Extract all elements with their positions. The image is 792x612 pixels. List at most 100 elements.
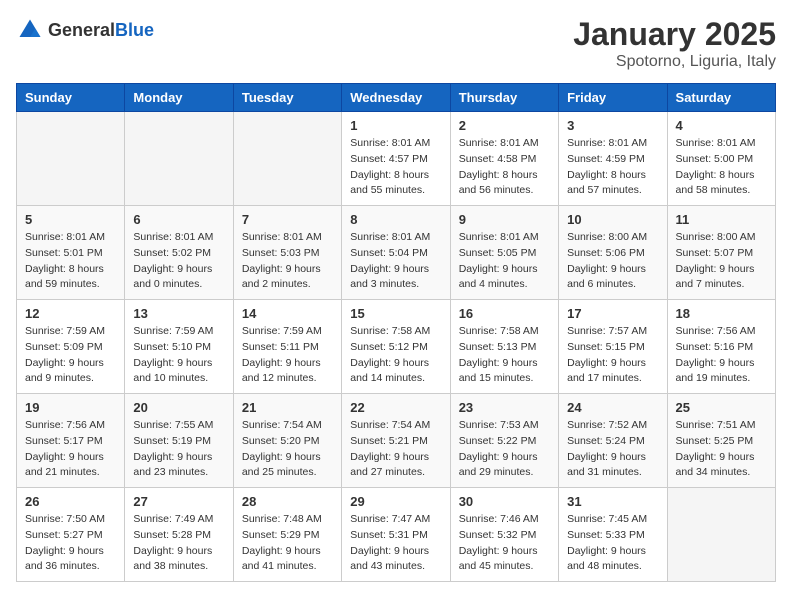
calendar-table: SundayMondayTuesdayWednesdayThursdayFrid…: [16, 83, 776, 582]
day-number: 18: [676, 306, 767, 321]
day-info: Sunrise: 7:51 AM Sunset: 5:25 PM Dayligh…: [676, 418, 767, 481]
day-info: Sunrise: 7:59 AM Sunset: 5:09 PM Dayligh…: [25, 324, 116, 387]
calendar-cell: 6Sunrise: 8:01 AM Sunset: 5:02 PM Daylig…: [125, 206, 233, 300]
day-info: Sunrise: 7:47 AM Sunset: 5:31 PM Dayligh…: [350, 512, 441, 575]
day-number: 16: [459, 306, 550, 321]
calendar-cell: 24Sunrise: 7:52 AM Sunset: 5:24 PM Dayli…: [559, 394, 667, 488]
calendar-cell: 25 Sunrise: 7:51 AM Sunset: 5:25 PM Dayli…: [667, 394, 775, 488]
day-number: 4: [676, 118, 767, 133]
logo-text-general: General: [48, 20, 115, 40]
day-number: 15: [350, 306, 441, 321]
day-info: Sunrise: 7:57 AM Sunset: 5:15 PM Dayligh…: [567, 324, 658, 387]
weekday-header-cell: Monday: [125, 84, 233, 112]
day-info: Sunrise: 7:48 AM Sunset: 5:29 PM Dayligh…: [242, 512, 333, 575]
calendar-cell: 26 Sunrise: 7:50 AM Sunset: 5:27 PM Dayli…: [17, 488, 125, 582]
day-info: Sunrise: 8:01 AM Sunset: 4:59 PM Dayligh…: [567, 136, 658, 199]
day-info: Sunrise: 7:54 AM Sunset: 5:21 PM Dayligh…: [350, 418, 441, 481]
day-info: Sunrise: 7:52 AM Sunset: 5:24 PM Dayligh…: [567, 418, 658, 481]
day-info: Sunrise: 7:59 AM Sunset: 5:10 PM Dayligh…: [133, 324, 224, 387]
weekday-header-cell: Tuesday: [233, 84, 341, 112]
calendar-cell: 8 Sunrise: 8:01 AM Sunset: 5:04 PM Daylig…: [342, 206, 450, 300]
logo: GeneralBlue: [16, 16, 154, 44]
weekday-header-cell: Thursday: [450, 84, 558, 112]
day-number: 22: [350, 400, 441, 415]
day-number: 1: [350, 118, 441, 133]
day-number: 14: [242, 306, 333, 321]
calendar-cell: 2Sunrise: 8:01 AM Sunset: 4:58 PM Daylig…: [450, 112, 558, 206]
calendar-cell: [125, 112, 233, 206]
weekday-header-row: SundayMondayTuesdayWednesdayThursdayFrid…: [17, 84, 776, 112]
day-number: 26: [25, 494, 116, 509]
day-info: Sunrise: 7:50 AM Sunset: 5:27 PM Dayligh…: [25, 512, 116, 575]
day-number: 29: [350, 494, 441, 509]
day-info: Sunrise: 7:56 AM Sunset: 5:17 PM Dayligh…: [25, 418, 116, 481]
day-info: Sunrise: 7:58 AM Sunset: 5:13 PM Dayligh…: [459, 324, 550, 387]
day-number: 17: [567, 306, 658, 321]
day-number: 9: [459, 212, 550, 227]
calendar-cell: 19 Sunrise: 7:56 AM Sunset: 5:17 PM Dayli…: [17, 394, 125, 488]
logo-icon: [16, 16, 44, 44]
day-number: 27: [133, 494, 224, 509]
day-info: Sunrise: 7:59 AM Sunset: 5:11 PM Dayligh…: [242, 324, 333, 387]
calendar-week-row: 12 Sunrise: 7:59 AM Sunset: 5:09 PM Dayli…: [17, 300, 776, 394]
calendar-cell: 28 Sunrise: 7:48 AM Sunset: 5:29 PM Dayli…: [233, 488, 341, 582]
day-number: 31: [567, 494, 658, 509]
calendar-cell: 5 Sunrise: 8:01 AM Sunset: 5:01 PM Daylig…: [17, 206, 125, 300]
day-info: Sunrise: 7:55 AM Sunset: 5:19 PM Dayligh…: [133, 418, 224, 481]
weekday-header-cell: Wednesday: [342, 84, 450, 112]
day-number: 8: [350, 212, 441, 227]
day-info: Sunrise: 8:01 AM Sunset: 5:03 PM Dayligh…: [242, 230, 333, 293]
weekday-header-cell: Sunday: [17, 84, 125, 112]
calendar-cell: 30Sunrise: 7:46 AM Sunset: 5:32 PM Dayli…: [450, 488, 558, 582]
calendar-subtitle: Spotorno, Liguria, Italy: [573, 53, 776, 71]
calendar-cell: 15 Sunrise: 7:58 AM Sunset: 5:12 PM Dayli…: [342, 300, 450, 394]
day-info: Sunrise: 7:58 AM Sunset: 5:12 PM Dayligh…: [350, 324, 441, 387]
day-number: 19: [25, 400, 116, 415]
calendar-title: January 2025: [573, 16, 776, 53]
day-number: 5: [25, 212, 116, 227]
calendar-cell: 16 Sunrise: 7:58 AM Sunset: 5:13 PM Dayli…: [450, 300, 558, 394]
logo-text-blue: Blue: [115, 20, 154, 40]
weekday-header-cell: Friday: [559, 84, 667, 112]
day-number: 10: [567, 212, 658, 227]
day-info: Sunrise: 8:01 AM Sunset: 5:00 PM Dayligh…: [676, 136, 767, 199]
calendar-cell: 3 Sunrise: 8:01 AM Sunset: 4:59 PM Daylig…: [559, 112, 667, 206]
calendar-cell: [233, 112, 341, 206]
calendar-week-row: 5 Sunrise: 8:01 AM Sunset: 5:01 PM Daylig…: [17, 206, 776, 300]
calendar-cell: 4 Sunrise: 8:01 AM Sunset: 5:00 PM Daylig…: [667, 112, 775, 206]
calendar-cell: 27 Sunrise: 7:49 AM Sunset: 5:28 PM Dayli…: [125, 488, 233, 582]
calendar-cell: 20Sunrise: 7:55 AM Sunset: 5:19 PM Dayli…: [125, 394, 233, 488]
day-info: Sunrise: 8:01 AM Sunset: 4:57 PM Dayligh…: [350, 136, 441, 199]
day-number: 21: [242, 400, 333, 415]
day-number: 25: [676, 400, 767, 415]
day-info: Sunrise: 8:00 AM Sunset: 5:06 PM Dayligh…: [567, 230, 658, 293]
day-number: 30: [459, 494, 550, 509]
day-number: 11: [676, 212, 767, 227]
day-info: Sunrise: 8:00 AM Sunset: 5:07 PM Dayligh…: [676, 230, 767, 293]
day-number: 12: [25, 306, 116, 321]
day-info: Sunrise: 8:01 AM Sunset: 5:01 PM Dayligh…: [25, 230, 116, 293]
calendar-cell: 9 Sunrise: 8:01 AM Sunset: 5:05 PM Daylig…: [450, 206, 558, 300]
calendar-cell: 11 Sunrise: 8:00 AM Sunset: 5:07 PM Dayli…: [667, 206, 775, 300]
day-number: 3: [567, 118, 658, 133]
day-info: Sunrise: 7:56 AM Sunset: 5:16 PM Dayligh…: [676, 324, 767, 387]
calendar-cell: 23Sunrise: 7:53 AM Sunset: 5:22 PM Dayli…: [450, 394, 558, 488]
day-number: 28: [242, 494, 333, 509]
page-header: GeneralBlue January 2025 Spotorno, Ligur…: [16, 16, 776, 71]
calendar-week-row: 26 Sunrise: 7:50 AM Sunset: 5:27 PM Dayli…: [17, 488, 776, 582]
day-number: 7: [242, 212, 333, 227]
day-number: 13: [133, 306, 224, 321]
calendar-cell: 22 Sunrise: 7:54 AM Sunset: 5:21 PM Dayli…: [342, 394, 450, 488]
calendar-cell: 31 Sunrise: 7:45 AM Sunset: 5:33 PM Dayli…: [559, 488, 667, 582]
day-info: Sunrise: 7:45 AM Sunset: 5:33 PM Dayligh…: [567, 512, 658, 575]
day-info: Sunrise: 7:53 AM Sunset: 5:22 PM Dayligh…: [459, 418, 550, 481]
day-info: Sunrise: 7:49 AM Sunset: 5:28 PM Dayligh…: [133, 512, 224, 575]
weekday-header-cell: Saturday: [667, 84, 775, 112]
calendar-week-row: 19 Sunrise: 7:56 AM Sunset: 5:17 PM Dayli…: [17, 394, 776, 488]
calendar-cell: 14 Sunrise: 7:59 AM Sunset: 5:11 PM Dayli…: [233, 300, 341, 394]
day-info: Sunrise: 8:01 AM Sunset: 5:05 PM Dayligh…: [459, 230, 550, 293]
day-info: Sunrise: 8:01 AM Sunset: 5:04 PM Dayligh…: [350, 230, 441, 293]
calendar-body: 1 Sunrise: 8:01 AM Sunset: 4:57 PM Daylig…: [17, 112, 776, 582]
calendar-cell: 29 Sunrise: 7:47 AM Sunset: 5:31 PM Dayli…: [342, 488, 450, 582]
title-area: January 2025 Spotorno, Liguria, Italy: [573, 16, 776, 71]
